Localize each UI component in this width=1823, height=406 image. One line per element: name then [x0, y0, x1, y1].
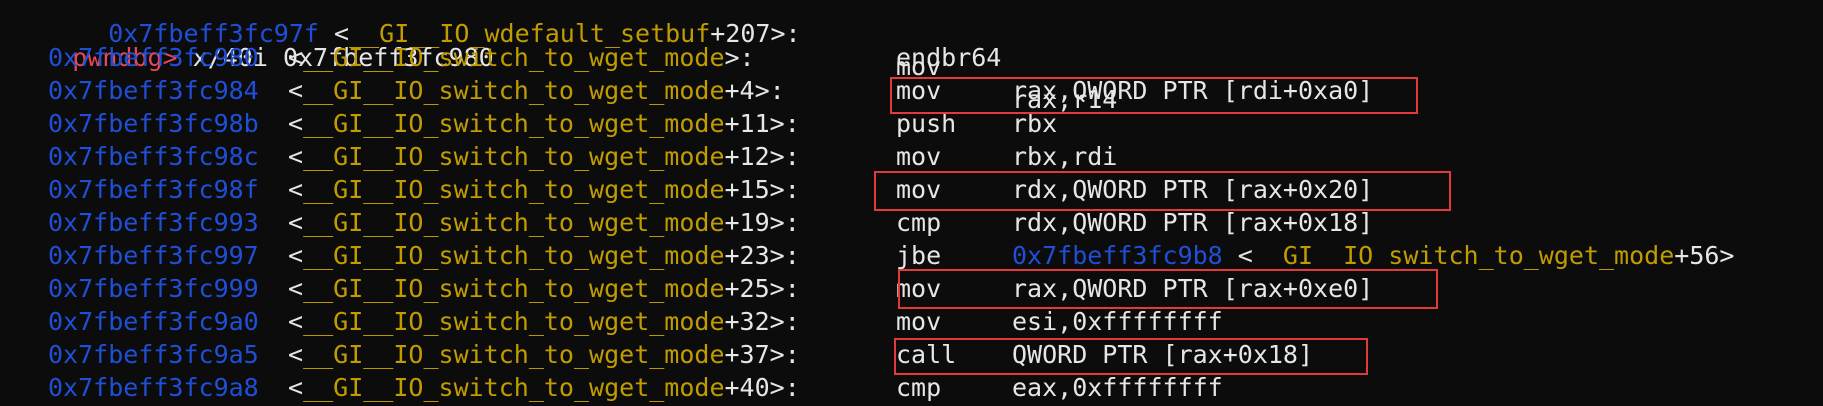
instruction-symbol: __GI__IO_switch_to_wget_mode [303, 307, 725, 336]
terminal-window[interactable]: 0x7fbeff3fc97f <__GI__IO_wdefault_setbuf… [0, 0, 1823, 406]
instruction-mnemonic: jbe [896, 241, 942, 270]
instruction-offset: +19 [724, 208, 770, 237]
instruction-location: <__GI__IO_switch_to_wget_mode+19>: [288, 206, 800, 239]
instruction-location: <__GI__IO_switch_to_wget_mode+40>: [288, 371, 800, 404]
instruction-address: 0x7fbeff3fc98f [48, 175, 259, 204]
instruction-symbol: __GI__IO_switch_to_wget_mode [303, 76, 725, 105]
location-close-bracket: >: [724, 43, 755, 72]
location-close-bracket: >: [769, 340, 800, 369]
instruction-address: 0x7fbeff3fc9a5 [48, 340, 259, 369]
instruction-mnemonic: mov [896, 307, 942, 336]
location-close-bracket: >: [769, 208, 800, 237]
instruction-mnemonic: cmp [896, 373, 942, 402]
instruction-offset: +11 [724, 109, 770, 138]
instruction-symbol: __GI__IO_switch_to_wget_mode [303, 274, 725, 303]
instruction-location: <__GI__IO_switch_to_wget_mode+25>: [288, 272, 800, 305]
instruction-symbol: __GI__IO_switch_to_wget_mode [303, 373, 725, 402]
jump-target-close-bracket: > [1719, 241, 1735, 270]
location-open-bracket: < [288, 274, 304, 303]
instruction-offset: +12 [724, 142, 770, 171]
instruction-operands: rbx,rdi [1012, 142, 1118, 171]
instruction-operands: esi,0xffffffff [1012, 307, 1223, 336]
instruction-operands: eax,0xffffffff [1012, 373, 1223, 402]
location-close-bracket: >: [769, 109, 800, 138]
location-open-bracket: < [288, 373, 304, 402]
location-close-bracket: >: [769, 142, 800, 171]
instruction-symbol: __GI__IO_switch_to_wget_mode [303, 142, 725, 171]
highlight-box [874, 171, 1451, 211]
location-close-bracket: >: [769, 307, 800, 336]
instruction-offset: +32 [724, 307, 770, 336]
instruction-location: <__GI__IO_switch_to_wget_mode+32>: [288, 305, 800, 338]
instruction-symbol: __GI__IO_switch_to_wget_mode [303, 241, 725, 270]
location-open-bracket: < [288, 175, 304, 204]
location-close-bracket: >: [769, 373, 800, 402]
location-open-bracket: < [288, 109, 304, 138]
location-close-bracket: >: [769, 274, 800, 303]
instruction-address: 0x7fbeff3fc980 [48, 43, 259, 72]
instruction-location: <__GI__IO_switch_to_wget_mode+23>: [288, 239, 800, 272]
location-close-bracket: >: [754, 76, 785, 105]
instruction-offset: +23 [724, 241, 770, 270]
instruction-address: 0x7fbeff3fc997 [48, 241, 259, 270]
instruction-symbol: __GI__IO_switch_to_wget_mode [303, 109, 725, 138]
instruction-address: 0x7fbeff3fc98b [48, 109, 259, 138]
location-close-bracket: >: [769, 241, 800, 270]
instruction-offset: +40 [724, 373, 770, 402]
location-open-bracket: < [288, 43, 304, 72]
instruction-operands: 0x7fbeff3fc9b8 <__GI__IO_switch_to_wget_… [1012, 239, 1734, 272]
instruction-location: <__GI__IO_switch_to_wget_mode+12>: [288, 140, 800, 173]
instruction-address: 0x7fbeff3fc999 [48, 274, 259, 303]
highlight-box [890, 77, 1418, 114]
jump-target-symbol: __GI__IO_switch_to_wget_mode [1252, 241, 1675, 270]
instruction-symbol: __GI__IO_switch_to_wget_mode [303, 175, 725, 204]
instruction-symbol: __GI__IO_switch_to_wget_mode [303, 340, 725, 369]
location-open-bracket: < [288, 208, 304, 237]
instruction-offset: +37 [724, 340, 770, 369]
location-open-bracket: < [288, 142, 304, 171]
instruction-address: 0x7fbeff3fc98c [48, 142, 259, 171]
instruction-offset: +4 [724, 76, 755, 105]
instruction-address: 0x7fbeff3fc9a0 [48, 307, 259, 336]
instruction-mnemonic: endbr64 [896, 43, 1002, 72]
highlight-box [894, 338, 1368, 375]
location-open-bracket: < [288, 340, 304, 369]
instruction-location: <__GI__IO_switch_to_wget_mode+11>: [288, 107, 800, 140]
instruction-location: <__GI__IO_switch_to_wget_mode+15>: [288, 173, 800, 206]
prompt-line[interactable]: pwndbg> x/40i 0x7fbeff3fc980 [12, 8, 493, 72]
location-close-bracket: >: [769, 175, 800, 204]
instruction-mnemonic: mov [896, 142, 942, 171]
instruction-offset: +25 [724, 274, 770, 303]
jump-target-open-bracket: < [1222, 241, 1253, 270]
instruction-offset: +15 [724, 175, 770, 204]
instruction-symbol: __GI__IO_switch_to_wget_mode [303, 208, 725, 237]
instruction-location: <__GI__IO_switch_to_wget_mode+4>: [288, 74, 785, 107]
location-open-bracket: < [288, 241, 304, 270]
location-open-bracket: < [288, 76, 304, 105]
instruction-address: 0x7fbeff3fc993 [48, 208, 259, 237]
jump-target-offset: +56 [1674, 241, 1720, 270]
instruction-location: <__GI__IO_switch_to_wget_mode>: [288, 41, 755, 74]
highlight-box [898, 269, 1438, 309]
instruction-address: 0x7fbeff3fc9a8 [48, 373, 259, 402]
instruction-address: 0x7fbeff3fc984 [48, 76, 259, 105]
instruction-location: <__GI__IO_switch_to_wget_mode+37>: [288, 338, 800, 371]
location-open-bracket: < [288, 307, 304, 336]
jump-target-address: 0x7fbeff3fc9b8 [1012, 241, 1223, 270]
instruction-symbol: __GI__IO_switch_to_wget_mode [303, 43, 725, 72]
